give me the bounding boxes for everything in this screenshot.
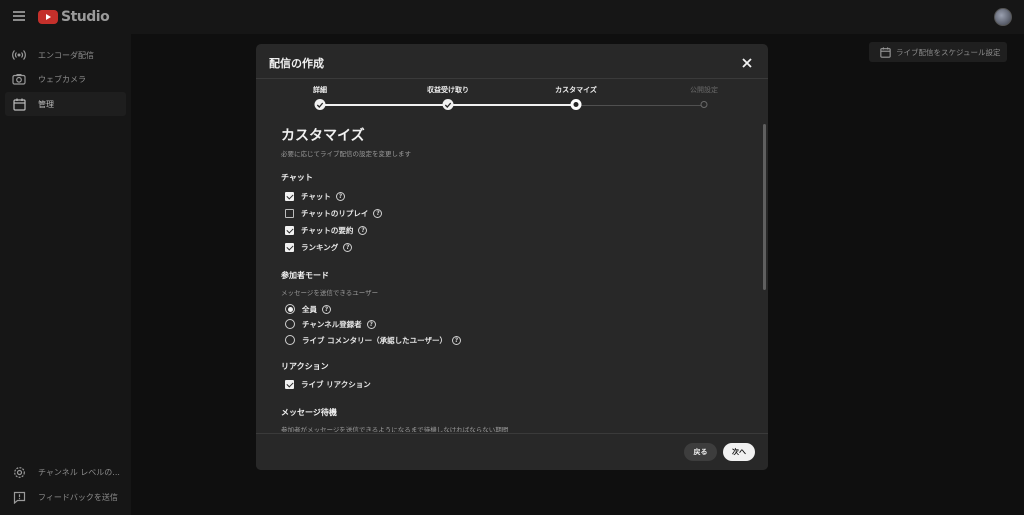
checkbox-label: チャット bbox=[301, 191, 331, 201]
participant-commentary-radio-row[interactable]: ライブ コメンタリー（承認したユーザー） ? bbox=[285, 334, 461, 346]
radio-label: チャンネル登録者 bbox=[302, 319, 362, 329]
chat-summary-checkbox-row[interactable]: チャットの要約 ? bbox=[285, 224, 368, 236]
top-bar: Studio bbox=[0, 0, 1024, 34]
participant-all-radio-row[interactable]: 全員 ? bbox=[285, 303, 331, 315]
participant-subscribers-radio-row[interactable]: チャンネル登録者 ? bbox=[285, 318, 376, 330]
sidebar-item-label: フィードバックを送信 bbox=[38, 492, 118, 502]
radio-button[interactable] bbox=[285, 304, 295, 314]
sidebar-item-manage[interactable]: 管理 bbox=[5, 92, 126, 116]
gear-icon bbox=[12, 465, 26, 479]
sidebar: エンコーダ配信 ウェブカメラ 管理 チャンネル レベルの... フィードバックを… bbox=[0, 34, 131, 515]
schedule-live-label: ライブ配信をスケジュール設定 bbox=[896, 47, 1001, 57]
radio-label: ライブ コメンタリー（承認したユーザー） bbox=[302, 335, 447, 345]
camera-icon bbox=[12, 72, 26, 86]
section-heading: カスタマイズ bbox=[281, 128, 365, 144]
dialog-divider bbox=[256, 78, 768, 79]
back-button[interactable]: 戻る bbox=[684, 443, 717, 461]
checkbox-label: チャットの要約 bbox=[301, 225, 354, 235]
checkbox[interactable] bbox=[285, 225, 294, 235]
step-done-check-icon[interactable] bbox=[314, 99, 326, 110]
chat-replay-checkbox-row[interactable]: チャットのリプレイ ? bbox=[285, 207, 383, 219]
live-reactions-checkbox-row[interactable]: ライブ リアクション bbox=[285, 378, 371, 390]
checkbox-label: ライブ リアクション bbox=[301, 379, 371, 389]
avatar[interactable] bbox=[994, 8, 1012, 26]
message-delay-title: メッセージ待機 bbox=[281, 408, 337, 417]
help-icon[interactable]: ? bbox=[343, 242, 353, 252]
step-label-visibility: 公開設定 bbox=[690, 86, 718, 94]
help-icon[interactable]: ? bbox=[335, 191, 345, 201]
help-icon[interactable]: ? bbox=[373, 208, 383, 218]
youtube-logo-icon bbox=[38, 10, 58, 24]
sidebar-item-feedback[interactable]: フィードバックを送信 bbox=[5, 485, 126, 509]
sidebar-item-webcam[interactable]: ウェブカメラ bbox=[5, 67, 126, 91]
calendar-icon bbox=[12, 97, 26, 111]
radio-button[interactable] bbox=[285, 335, 295, 345]
sidebar-item-label: エンコーダ配信 bbox=[38, 50, 94, 60]
calendar-icon bbox=[878, 45, 892, 59]
checkbox-label: チャットのリプレイ bbox=[301, 208, 369, 218]
step-label-details: 詳細 bbox=[313, 86, 327, 94]
chat-section-title: チャット bbox=[281, 173, 313, 182]
feedback-icon bbox=[12, 490, 26, 504]
step-remaining-line bbox=[576, 105, 704, 106]
sidebar-item-channel-settings[interactable]: チャンネル レベルの... bbox=[5, 460, 126, 484]
ranking-checkbox-row[interactable]: ランキング ? bbox=[285, 241, 353, 253]
radio-button[interactable] bbox=[285, 319, 295, 329]
create-stream-dialog: 配信の作成 詳細 収益受け取り カスタマイズ 公開設定 カスタマイズ 必要に応じ… bbox=[256, 44, 768, 470]
checkbox[interactable] bbox=[285, 208, 294, 218]
schedule-live-button[interactable]: ライブ配信をスケジュール設定 bbox=[869, 42, 1007, 62]
help-icon[interactable]: ? bbox=[358, 225, 368, 235]
stepper: 詳細 収益受け取り カスタマイズ 公開設定 bbox=[256, 84, 768, 114]
step-label-monetization: 収益受け取り bbox=[427, 86, 469, 94]
radio-label: 全員 bbox=[302, 304, 317, 314]
participant-mode-title: 参加者モード bbox=[281, 271, 329, 280]
participant-mode-description: メッセージを送信できるユーザー bbox=[281, 289, 379, 297]
close-icon[interactable] bbox=[740, 55, 754, 69]
content-scrollbar[interactable] bbox=[763, 124, 766, 290]
sidebar-item-label: チャンネル レベルの... bbox=[38, 467, 120, 477]
step-done-check-icon[interactable] bbox=[442, 99, 454, 110]
reactions-section-title: リアクション bbox=[281, 362, 329, 371]
dialog-content: カスタマイズ 必要に応じてライブ配信の設定を変更します チャット チャット ? … bbox=[256, 120, 768, 432]
checkbox[interactable] bbox=[285, 242, 294, 252]
step-label-customize: カスタマイズ bbox=[555, 86, 597, 94]
checkbox[interactable] bbox=[285, 191, 294, 201]
sidebar-item-label: ウェブカメラ bbox=[38, 74, 86, 84]
step-todo-icon[interactable] bbox=[700, 101, 708, 108]
broadcast-icon bbox=[12, 48, 26, 62]
chat-checkbox-row[interactable]: チャット ? bbox=[285, 190, 345, 202]
help-icon[interactable]: ? bbox=[451, 335, 461, 345]
studio-logo[interactable]: Studio bbox=[38, 9, 110, 25]
help-icon[interactable]: ? bbox=[366, 319, 376, 329]
help-icon[interactable]: ? bbox=[322, 304, 331, 314]
logo-text: Studio bbox=[61, 9, 110, 25]
dialog-footer: 戻る 次へ bbox=[256, 433, 768, 470]
dialog-title: 配信の作成 bbox=[269, 57, 324, 70]
checkbox-label: ランキング bbox=[301, 242, 339, 252]
next-button[interactable]: 次へ bbox=[723, 443, 755, 461]
sidebar-item-label: 管理 bbox=[38, 99, 54, 109]
step-current-icon[interactable] bbox=[570, 99, 582, 110]
message-delay-description: 参加者がメッセージを送信できるようになるまで待機しなければならない期間 bbox=[281, 426, 509, 432]
checkbox[interactable] bbox=[285, 379, 294, 389]
menu-icon[interactable] bbox=[13, 11, 25, 21]
sidebar-item-encoder[interactable]: エンコーダ配信 bbox=[5, 43, 126, 67]
section-subtitle: 必要に応じてライブ配信の設定を変更します bbox=[281, 150, 411, 158]
